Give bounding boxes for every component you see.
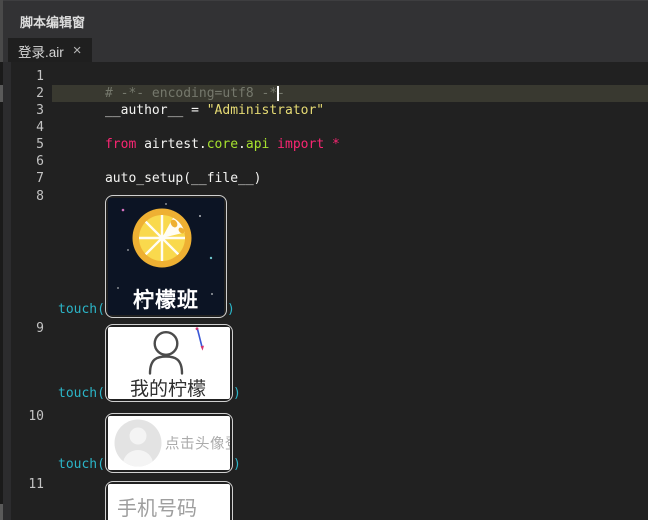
code-line-8: touch( — [58, 195, 235, 318]
my-lemon-caption: 我的柠檬 — [130, 378, 206, 399]
left-scrollbar-rail[interactable] — [0, 0, 3, 520]
code-line-6: auto_setup(__file__) — [58, 153, 262, 170]
line-number-2: 2 — [12, 85, 44, 102]
lemon-logo-icon — [132, 209, 191, 268]
touch-call-token: touch( — [58, 456, 105, 473]
person-outline-icon — [150, 332, 182, 373]
lemon-splash-caption: 柠檬班 — [133, 288, 199, 312]
editor-margin-strip — [3, 62, 11, 520]
line-number-6: 6 — [12, 153, 44, 170]
line-number-8: 8 — [12, 188, 44, 205]
phone-input-placeholder: 手机号码 — [117, 492, 230, 520]
code-line-1: # -*- encoding=utf8 -*- — [58, 68, 285, 85]
from-keyword-token: from — [105, 137, 136, 152]
core-token: core — [207, 137, 238, 152]
rail-handle-top[interactable] — [0, 0, 3, 62]
tab-label: 登录.air — [18, 41, 64, 61]
touch-call-token: touch( — [58, 385, 105, 402]
api-token: api — [246, 137, 269, 152]
module-token: airtest. — [136, 137, 206, 152]
avatar-placeholder-icon — [114, 420, 161, 471]
code-line-9: touch( 我的柠檬 — [58, 324, 241, 402]
line-number-7: 7 — [12, 170, 44, 187]
close-paren-token: ) — [233, 385, 241, 402]
dot-token: . — [238, 137, 246, 152]
code-editor[interactable]: 1 2 3 4 5 6 7 8 9 10 11 # -*- encoding=u… — [0, 62, 648, 520]
screenshot-avatar-login[interactable]: 点击头像登录 — [105, 413, 233, 473]
tab-close-icon[interactable]: × — [73, 43, 82, 58]
screenshot-phone-input[interactable]: 手机号码 — [105, 481, 233, 520]
screenshot-lemon-splash[interactable]: 柠檬班 — [105, 195, 227, 318]
editor-chrome: 脚本编辑窗 登录.air × — [0, 0, 648, 62]
touch-call-token: touch( — [58, 301, 105, 318]
import-keyword-token: import — [269, 137, 324, 152]
rail-handle-bottom[interactable] — [0, 504, 3, 520]
auto-setup-token: auto_setup(__file__) — [105, 171, 262, 186]
close-paren-token: ) — [233, 456, 241, 473]
line-number-11: 11 — [12, 476, 44, 493]
line-number-1: 1 — [12, 68, 44, 85]
close-paren-token: ) — [227, 301, 235, 318]
author-var-token: __author__ — [105, 103, 183, 118]
line-number-5: 5 — [12, 136, 44, 153]
line-number-9: 9 — [12, 320, 44, 337]
avatar-login-image: 点击头像登录 — [108, 416, 230, 470]
code-line-10: touch( 点击头像登录 — [58, 413, 241, 473]
rail-handle-mid[interactable] — [0, 85, 3, 102]
screenshot-my-lemon-tab[interactable]: 我的柠檬 — [105, 324, 233, 402]
line-number-10: 10 — [12, 408, 44, 425]
star-token: * — [324, 137, 340, 152]
tab-login-air[interactable]: 登录.air × — [8, 38, 92, 63]
airtest-script-editor-window: 脚本编辑窗 登录.air × 1 2 3 4 5 6 7 8 9 10 11 #… — [0, 0, 648, 520]
ink-annotation-mark — [196, 327, 204, 350]
panel-title: 脚本编辑窗 — [20, 12, 85, 31]
avatar-login-label: 点击头像登录 — [165, 436, 230, 453]
assign-op-token: = — [183, 103, 206, 118]
author-value-token: "Administrator" — [207, 103, 324, 118]
phone-input-image: 手机号码 — [108, 484, 230, 520]
line-number-4: 4 — [12, 119, 44, 136]
my-lemon-image: 我的柠檬 — [108, 327, 230, 399]
code-line-4: from airtest.core.api import * — [58, 119, 340, 136]
code-line-2: __author__ = "Administrator" — [58, 85, 324, 102]
text-cursor — [277, 86, 279, 101]
lemon-splash-image: 柠檬班 — [108, 198, 224, 315]
line-number-3: 3 — [12, 102, 44, 119]
code-line-11: touch( 手机号码 ) — [58, 481, 241, 520]
